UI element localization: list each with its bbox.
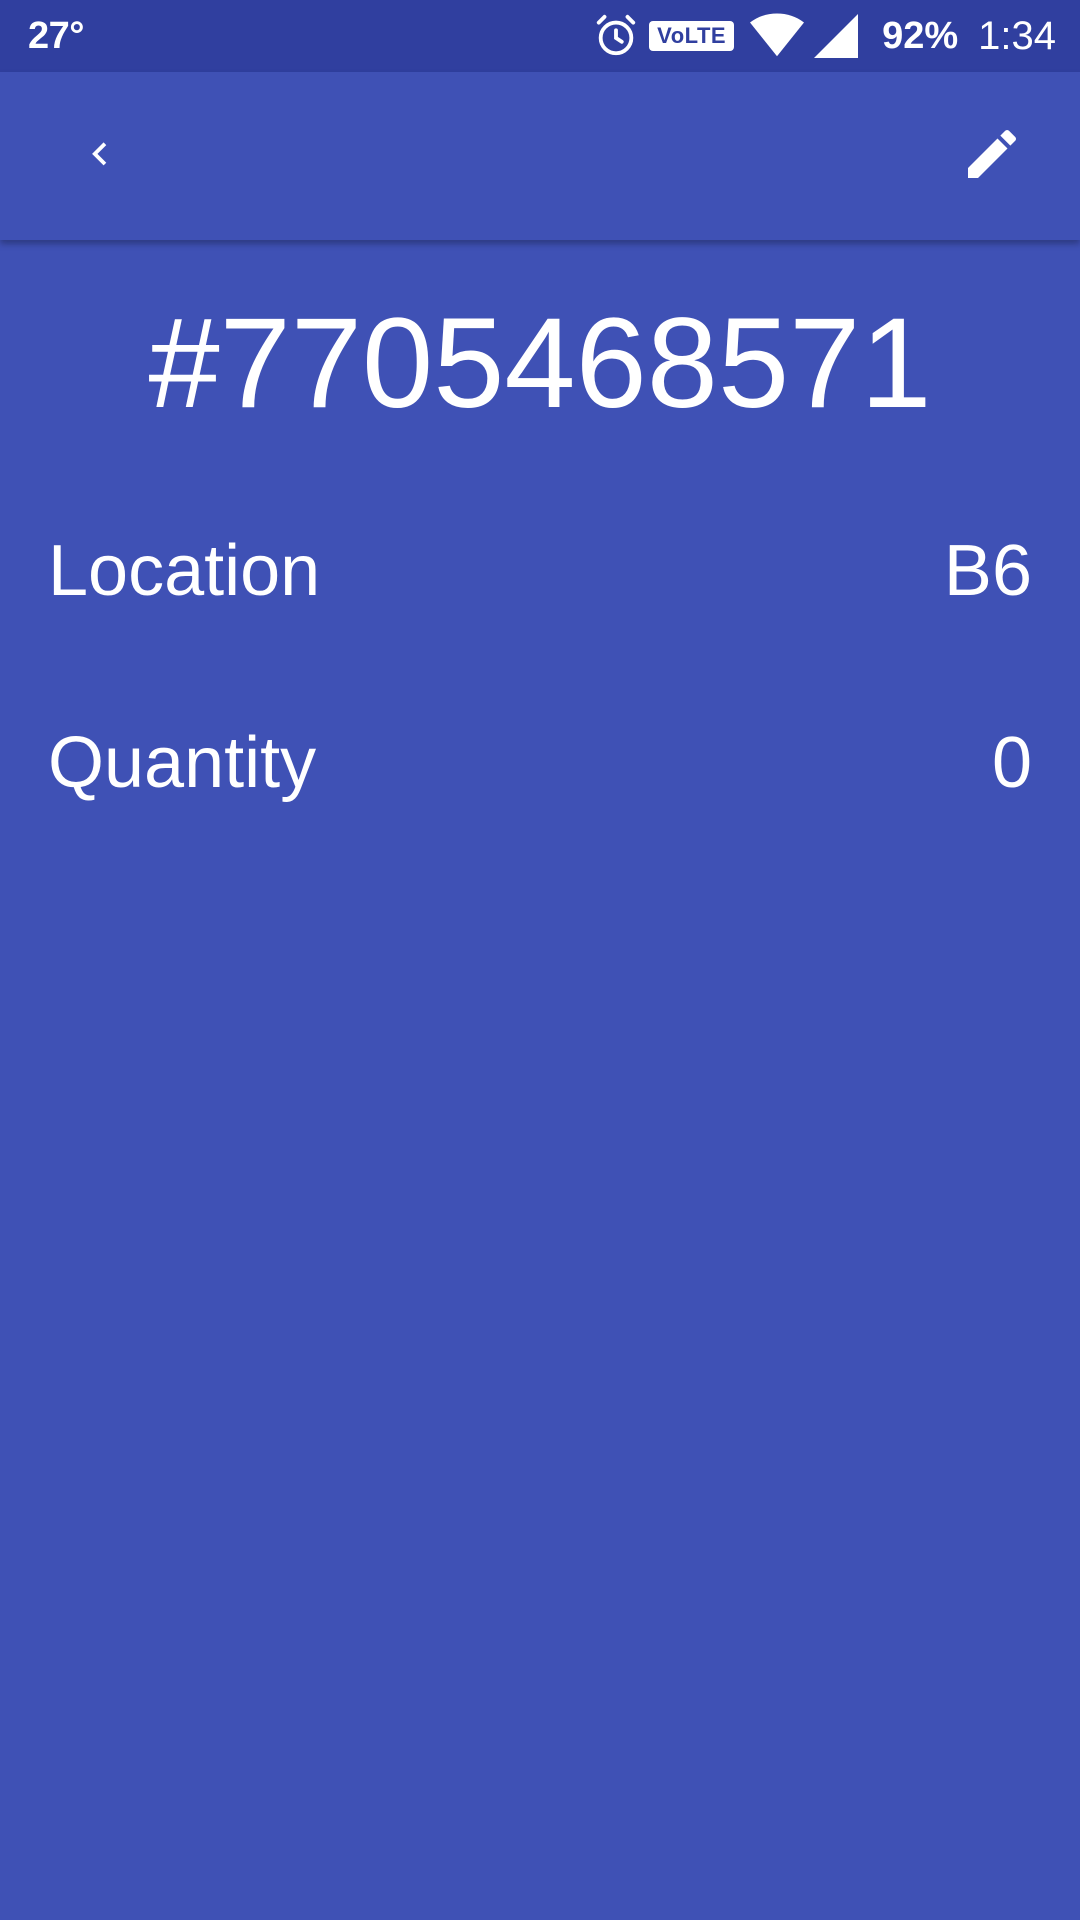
temperature-text: 27° <box>28 14 84 57</box>
quantity-value: 0 <box>991 723 1032 803</box>
cell-signal-icon <box>814 14 859 58</box>
app-bar <box>0 72 1080 240</box>
clock-time: 1:34 <box>978 13 1056 58</box>
item-code-title: #7705468571 <box>148 292 932 435</box>
location-row: Location B6 <box>48 535 1032 607</box>
location-label: Location <box>48 531 321 611</box>
alarm-icon <box>593 13 639 59</box>
quantity-label: Quantity <box>48 723 317 803</box>
location-value: B6 <box>943 531 1032 611</box>
quantity-row: Quantity 0 <box>48 727 1032 799</box>
chevron-left-icon <box>82 134 122 179</box>
battery-percent: 92% <box>882 14 959 57</box>
back-button[interactable] <box>60 114 144 198</box>
status-bar: 27° VoLTE 92% 1:34 <box>0 0 1080 72</box>
edit-button[interactable] <box>950 114 1034 198</box>
status-icons: VoLTE 92% 1:34 <box>593 13 1056 59</box>
volte-badge: VoLTE <box>649 21 735 51</box>
wifi-icon <box>750 13 805 59</box>
item-detail: #7705468571 Location B6 Quantity 0 <box>0 240 1080 1920</box>
pencil-icon <box>960 122 1024 191</box>
